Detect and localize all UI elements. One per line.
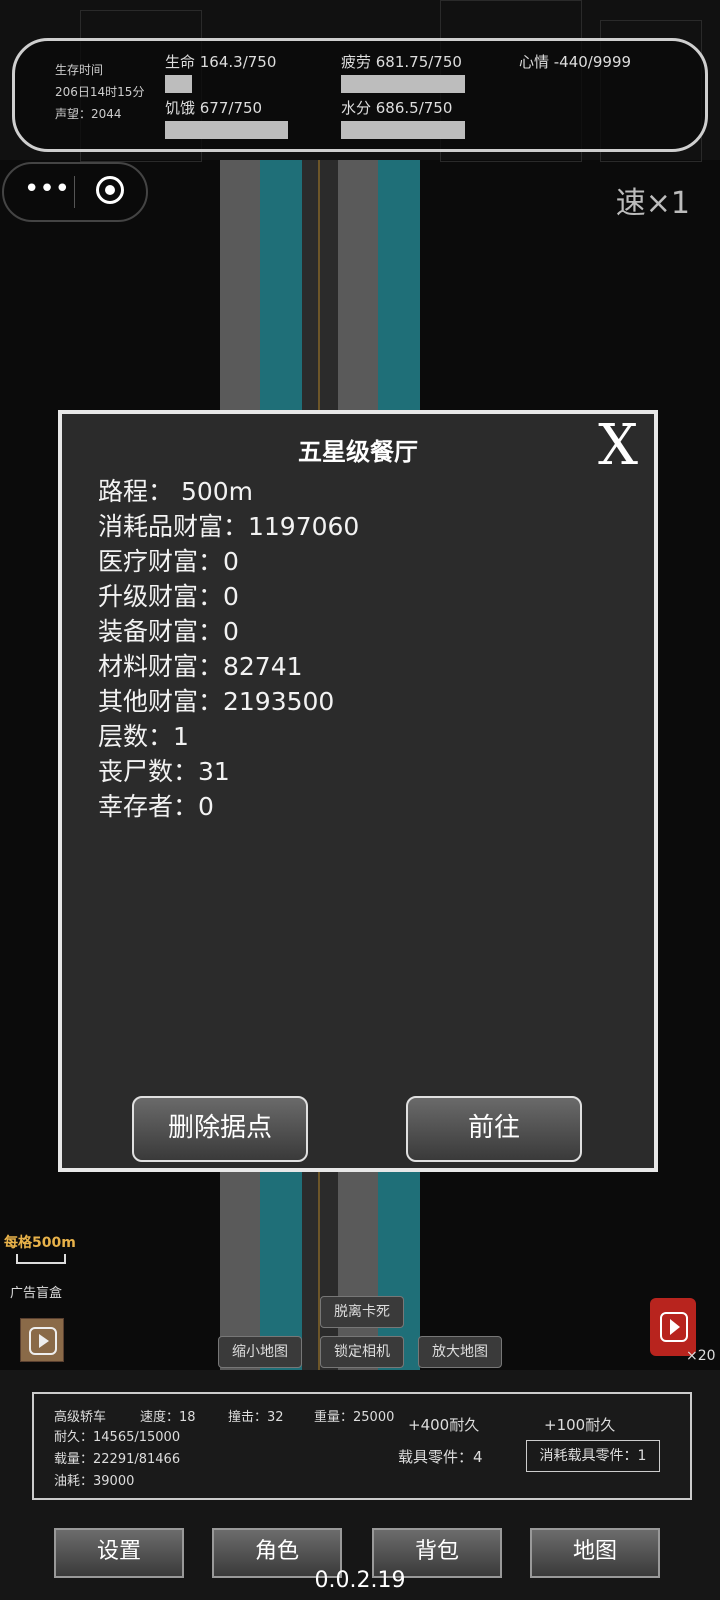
info-row: 路程： 500m (98, 477, 254, 506)
info-row: 层数：1 (98, 722, 189, 751)
water-bar (341, 121, 465, 139)
fatigue-bar (341, 75, 465, 93)
ad-box-label: 广告盲盒 (10, 1286, 63, 1301)
reputation: 声望：2044 (55, 107, 122, 121)
play-video-icon (29, 1327, 57, 1355)
vehicle-weight: 重量：25000 (314, 1410, 395, 1425)
add-400-durability-button[interactable]: +400耐久 (408, 1414, 479, 1435)
capsule-divider (74, 176, 75, 208)
unstuck-button[interactable]: 脱离卡死 (320, 1296, 404, 1328)
vehicle-name: 高级轿车 (54, 1410, 107, 1425)
version-label: 0.0.2.19 (314, 1568, 406, 1593)
vehicle-panel: 高级轿车 速度：18 撞击：32 重量：25000 耐久：14565/15000… (32, 1392, 692, 1500)
go-button[interactable]: 前往 (406, 1096, 582, 1162)
lock-camera-button[interactable]: 锁定相机 (320, 1336, 404, 1368)
survival-info: 生存时间 206日14时15分 声望：2044 (55, 59, 144, 125)
survival-time: 206日14时15分 (55, 85, 145, 99)
close-icon[interactable]: X (590, 418, 646, 474)
vehicle-fuel: 油耗：39000 (54, 1474, 135, 1489)
add-100-durability-button[interactable]: +100耐久 (544, 1414, 615, 1435)
info-row: 升级财富：0 (98, 582, 239, 611)
life-bar (165, 75, 192, 93)
info-row: 丧尸数：31 (98, 757, 230, 786)
play-video-icon (660, 1312, 688, 1342)
zoom-in-button[interactable]: 放大地图 (418, 1336, 502, 1368)
water-label: 水分 686.5/750 (341, 99, 453, 117)
vehicle-load: 载量：22291/81466 (54, 1452, 181, 1467)
consume-parts-button[interactable]: 消耗载具零件：1 (526, 1440, 660, 1472)
info-row: 其他财富：2193500 (98, 687, 335, 716)
hunger-bar (165, 121, 288, 139)
mood-label: 心情 -440/9999 (519, 53, 632, 71)
mini-program-capsule: ••• (2, 162, 148, 222)
speed-toggle[interactable]: 速×1 (616, 178, 690, 222)
life-label: 生命 164.3/750 (165, 53, 277, 71)
map-scale-bar (16, 1254, 66, 1264)
status-panel: 生存时间 206日14时15分 声望：2044 生命 164.3/750 饥饿 … (12, 38, 708, 152)
close-target-icon[interactable] (96, 176, 124, 204)
ad-box-button[interactable] (20, 1318, 64, 1362)
more-dots-icon[interactable]: ••• (24, 174, 70, 208)
info-row: 消耗品财富：1197060 (98, 512, 360, 541)
fatigue-label: 疲劳 681.75/750 (341, 53, 462, 71)
info-row: 幸存者：0 (98, 792, 214, 821)
vehicle-impact: 撞击：32 (228, 1410, 284, 1425)
vehicle-speed: 速度：18 (140, 1410, 196, 1425)
hunger-label: 饥饿 677/750 (165, 99, 263, 117)
location-dialog: 五星级餐厅 X 路程： 500m 消耗品财富：1197060 医疗财富：0 升级… (58, 410, 658, 1172)
dialog-title: 五星级餐厅 (298, 438, 418, 466)
info-row: 材料财富：82741 (98, 652, 303, 681)
info-row: 医疗财富：0 (98, 547, 239, 576)
zoom-out-button[interactable]: 缩小地图 (218, 1336, 302, 1368)
map-scale-label: 每格500m (4, 1235, 76, 1251)
info-row: 装备财富：0 (98, 617, 239, 646)
location-info: 路程： 500m 消耗品财富：1197060 医疗财富：0 升级财富：0 装备财… (98, 474, 359, 824)
vehicle-parts: 载具零件：4 (398, 1448, 483, 1466)
delete-base-button[interactable]: 删除据点 (132, 1096, 308, 1162)
fuel-can-count: ×20 (686, 1348, 716, 1364)
survival-label: 生存时间 (55, 63, 104, 77)
vehicle-durability: 耐久：14565/15000 (54, 1430, 181, 1445)
